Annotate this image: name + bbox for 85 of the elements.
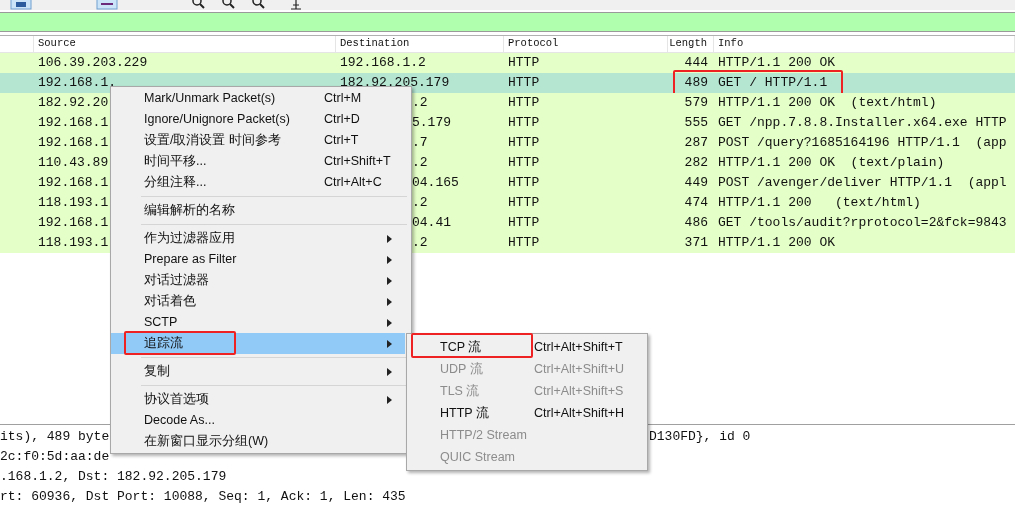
table-cell-text: .2 xyxy=(412,234,428,253)
table-cell-text: HTTP/1.1 200 (text/html) xyxy=(718,194,921,213)
column-header[interactable]: Destination xyxy=(336,36,504,52)
column-header[interactable]: Info xyxy=(714,36,1015,52)
submenu-arrow-icon xyxy=(387,368,392,376)
table-cell-text: HTTP xyxy=(508,174,540,193)
menu-item[interactable]: 对话着色 xyxy=(111,291,405,312)
menu-item[interactable]: 协议首选项 xyxy=(111,389,405,410)
table-cell-text: .7 xyxy=(412,134,428,153)
table-cell-text: HTTP/1.1 200 OK xyxy=(718,234,836,253)
table-cell-text: 182.92.20 xyxy=(38,94,109,113)
table-cell-text: 282 xyxy=(684,154,708,173)
submenu-arrow-icon xyxy=(387,256,392,264)
detail-line[interactable]: D130FD}, id 0 xyxy=(649,427,751,447)
table-cell-text: 110.43.89 xyxy=(38,154,109,173)
table-cell-text: 192.168.1 xyxy=(38,174,109,193)
detail-line[interactable]: rt: 60936, Dst Port: 10088, Seq: 1, Ack: 1, Len: 435 xyxy=(0,487,649,505)
table-cell-text: HTTP xyxy=(508,114,540,133)
packet-row[interactable]: 192.168.1. 182.92.205.179 HTTP 489 GET / HTTP/1.1 xyxy=(0,73,1015,93)
menu-item[interactable]: 对话过滤器 xyxy=(111,270,405,291)
packet-row[interactable]: 106.39.203.229 192.168.1.2 HTTP 444 HTTP/1.1 200 OK xyxy=(0,53,1015,73)
table-cell-text: HTTP xyxy=(508,214,540,233)
table-cell-text: GET /npp.7.8.8.Installer.x64.exe HTTP xyxy=(718,114,1007,133)
column-header[interactable]: Protocol xyxy=(504,36,668,52)
resize-columns-icon[interactable] xyxy=(290,0,302,10)
menu-item[interactable]: 在新窗口显示分组(W) xyxy=(111,431,405,452)
menu-item[interactable]: TCP 流 Ctrl+Alt+Shift+T xyxy=(407,336,647,358)
table-cell-text: 5.179 xyxy=(412,114,451,133)
menu-item[interactable]: 设置/取消设置 时间参考 Ctrl+T xyxy=(111,130,405,151)
table-cell-text: HTTP/1.1 200 OK xyxy=(718,54,836,73)
table-cell-text: HTTP xyxy=(508,94,540,113)
zoom-icon[interactable] xyxy=(222,0,236,10)
table-cell-text: 192.168.1 xyxy=(38,114,109,133)
table-cell-text: HTTP xyxy=(508,234,540,253)
menu-item[interactable]: Decode As... xyxy=(111,410,405,431)
table-cell-text: 371 xyxy=(684,234,708,253)
table-cell-text: 192.168.1 xyxy=(38,134,109,153)
table-cell-text: 287 xyxy=(684,134,708,153)
zoom-icon[interactable] xyxy=(192,0,206,10)
table-cell-text: .2 xyxy=(412,154,428,173)
table-cell-text: GET /tools/audit?rprotocol=2&fck=9843 xyxy=(718,214,1007,233)
column-header[interactable]: Source xyxy=(34,36,336,52)
table-cell-text: 489 xyxy=(684,74,708,93)
table-cell-text: GET / HTTP/1.1 xyxy=(718,74,828,93)
table-cell-text: 118.193.1 xyxy=(38,234,109,253)
table-cell-text: 04.41 xyxy=(412,214,451,233)
table-cell-text: 118.193.1 xyxy=(38,194,109,213)
table-cell-text: 579 xyxy=(684,94,708,113)
table-cell-text: POST /avenger/deliver HTTP/1.1 (appl xyxy=(718,174,1007,193)
table-cell-text: .2 xyxy=(412,194,428,213)
table-cell-text: HTTP xyxy=(508,54,540,73)
table-cell-text: 192.168.1.2 xyxy=(340,54,426,73)
table-cell-text: 449 xyxy=(684,174,708,193)
column-header[interactable]: Length xyxy=(668,36,714,52)
menu-item[interactable]: 时间平移... Ctrl+Shift+T xyxy=(111,151,405,172)
toolbar-button-icon[interactable] xyxy=(10,0,32,10)
table-cell-text: .2 xyxy=(412,94,428,113)
menu-item[interactable]: 追踪流 xyxy=(111,333,405,354)
submenu-arrow-icon xyxy=(387,277,392,285)
table-cell-text: 555 xyxy=(684,114,708,133)
menu-item[interactable]: SCTP xyxy=(111,312,405,333)
table-cell-text: 474 xyxy=(684,194,708,213)
table-cell-text: 444 xyxy=(684,54,708,73)
table-cell-text: POST /query?1685164196 HTTP/1.1 (app xyxy=(718,134,1007,153)
submenu-arrow-icon xyxy=(387,235,392,243)
table-cell-text: 04.165 xyxy=(412,174,459,193)
table-cell-text: HTTP xyxy=(508,154,540,173)
table-cell-text: 486 xyxy=(684,214,708,233)
zoom-icon[interactable] xyxy=(252,0,266,10)
submenu-arrow-icon xyxy=(387,319,392,327)
table-cell-text: 106.39.203.229 xyxy=(38,54,148,73)
menu-item[interactable]: 分组注释... Ctrl+Alt+C xyxy=(111,172,405,193)
toolbar-button-icon[interactable] xyxy=(96,0,118,10)
table-cell-text: HTTP/1.1 200 OK (text/plain) xyxy=(718,154,945,173)
table-cell-text: HTTP/1.1 200 OK (text/html) xyxy=(718,94,937,113)
submenu-arrow-icon xyxy=(387,340,392,348)
table-cell-text: HTTP xyxy=(508,134,540,153)
submenu-arrow-icon xyxy=(387,396,392,404)
submenu-arrow-icon xyxy=(387,298,392,306)
table-cell-text: HTTP xyxy=(508,194,540,213)
menu-item[interactable]: HTTP 流 Ctrl+Alt+Shift+H xyxy=(407,402,647,424)
table-cell-text: HTTP xyxy=(508,74,540,93)
detail-line[interactable]: .168.1.2, Dst: 182.92.205.179 xyxy=(0,467,649,487)
menu-item[interactable]: 复制 xyxy=(111,361,405,382)
table-cell-text: 192.168.1 xyxy=(38,214,109,233)
